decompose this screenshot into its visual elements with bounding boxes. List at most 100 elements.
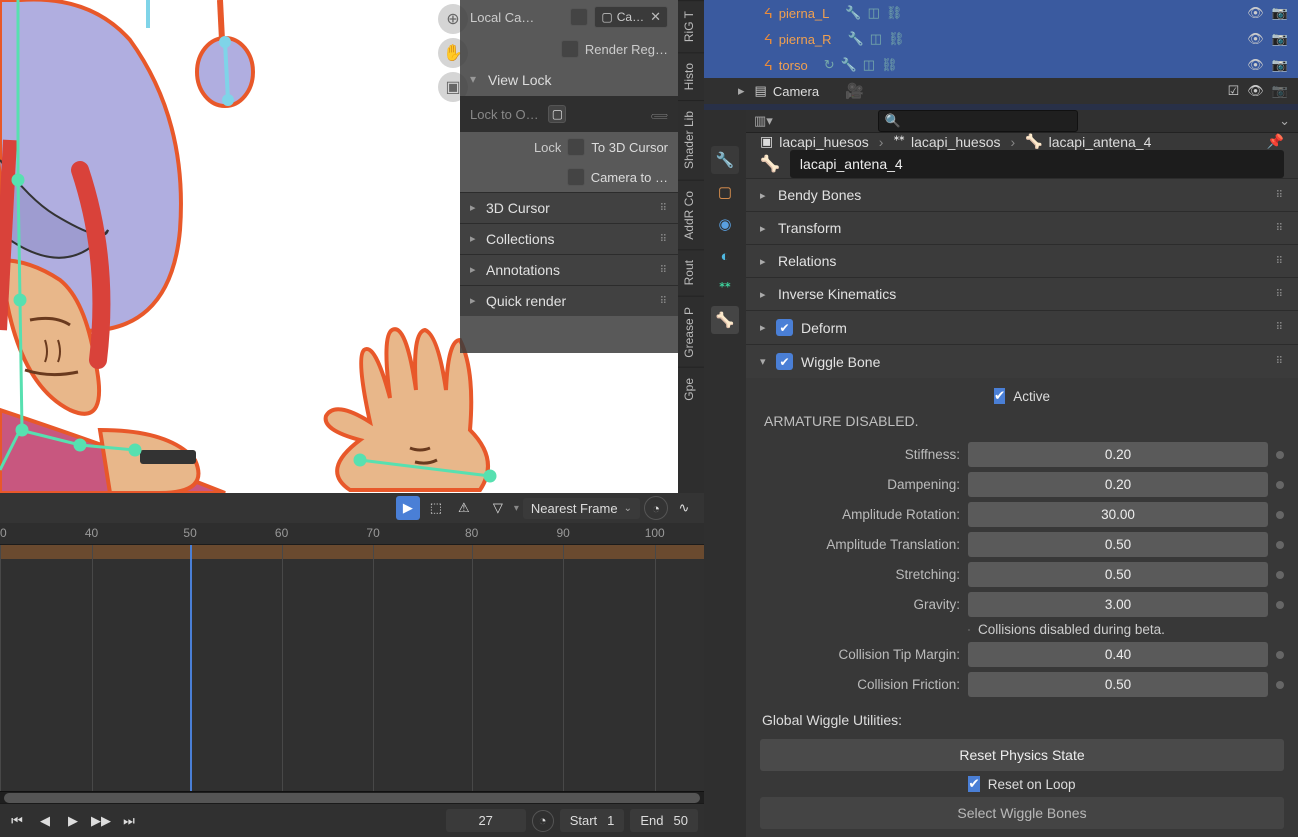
- panel-deform[interactable]: ▸✔Deform⠿: [746, 310, 1298, 344]
- local-camera-checkbox[interactable]: [570, 8, 588, 26]
- jump-start-icon[interactable]: ⏮: [6, 810, 28, 832]
- stretching-field[interactable]: 0.50: [968, 562, 1268, 587]
- drag-handle-icon[interactable]: ⠿: [1276, 256, 1284, 267]
- amp-trans-field[interactable]: 0.50: [968, 532, 1268, 557]
- drag-handle-icon[interactable]: ⠿: [1276, 322, 1284, 333]
- timeline-track[interactable]: [0, 545, 704, 791]
- anim-dot-icon[interactable]: [1276, 601, 1284, 609]
- playhead[interactable]: [190, 545, 192, 791]
- anim-dot-icon[interactable]: [1276, 651, 1284, 659]
- drag-handle-icon[interactable]: ⠿: [660, 296, 668, 307]
- drag-handle-icon[interactable]: ⠿: [660, 265, 668, 276]
- select-wiggle-bones-button[interactable]: Select Wiggle Bones: [760, 797, 1284, 829]
- end-frame-field[interactable]: End 50: [630, 809, 698, 832]
- tab-tool[interactable]: 🔧: [711, 146, 739, 174]
- render-icon[interactable]: 📷: [1272, 31, 1288, 47]
- tab-physics[interactable]: ◐: [711, 242, 739, 270]
- dampening-field[interactable]: 0.20: [968, 472, 1268, 497]
- curve-icon[interactable]: ∿: [672, 496, 696, 520]
- next-key-icon[interactable]: ▶▶: [90, 810, 112, 832]
- auto-key-icon[interactable]: ◔: [532, 810, 554, 832]
- breadcrumb-scene[interactable]: ▣lacapi_huesos: [760, 133, 869, 150]
- render-icon[interactable]: 📷: [1272, 57, 1288, 73]
- options-icon[interactable]: ⌄: [1279, 113, 1290, 129]
- eye-icon[interactable]: 👁: [1247, 57, 1264, 73]
- panel-collections[interactable]: Collections⠿: [460, 223, 678, 254]
- eye-icon[interactable]: 👁: [1247, 5, 1264, 21]
- anim-dot-icon[interactable]: [1276, 541, 1284, 549]
- breadcrumb-bone[interactable]: 🦴lacapi_antena_4: [1025, 133, 1151, 150]
- box-select-icon[interactable]: ⬚: [424, 496, 448, 520]
- wiggle-active-checkbox[interactable]: ✔: [994, 388, 1005, 404]
- render-icon[interactable]: 📷: [1272, 5, 1288, 21]
- outliner-item-pierna-l[interactable]: ᔦ pierna_L 🔧 ◫ ⛓ 👁 📷: [704, 0, 1298, 26]
- tab-object[interactable]: ▢: [711, 178, 739, 206]
- vtab-shader[interactable]: Shader Lib: [678, 100, 704, 179]
- drag-handle-icon[interactable]: ⠿: [660, 234, 668, 245]
- vtab-addr[interactable]: AddR Co: [678, 180, 704, 250]
- amp-rot-field[interactable]: 30.00: [968, 502, 1268, 527]
- snap-mode-dropdown[interactable]: Nearest Frame ⌄: [523, 498, 640, 519]
- render-icon[interactable]: 📷: [1272, 83, 1288, 99]
- outliner-item-camera[interactable]: ▸ ▤ Camera 🎥 ☑ 👁 📷: [704, 78, 1298, 104]
- display-mode-icon[interactable]: ▥▾: [754, 113, 773, 129]
- drag-handle-icon[interactable]: ⠿: [1276, 356, 1284, 367]
- camera-chip[interactable]: ▢ Ca… ✕: [594, 6, 668, 28]
- vtab-gpe[interactable]: Gpe: [678, 367, 704, 411]
- checkbox-icon[interactable]: ☑: [1228, 83, 1240, 99]
- vtab-grease[interactable]: Grease P: [678, 296, 704, 368]
- filter-icon[interactable]: ▽: [486, 496, 510, 520]
- tab-bone[interactable]: 🦴: [711, 306, 739, 334]
- close-icon[interactable]: ✕: [650, 9, 661, 25]
- eyedropper-icon[interactable]: 𓄲: [651, 102, 668, 126]
- panel-relations[interactable]: ▸Relations⠿: [746, 244, 1298, 277]
- breadcrumb-armature[interactable]: ᕯlacapi_huesos: [893, 133, 1000, 150]
- eye-icon[interactable]: 👁: [1247, 31, 1264, 47]
- anim-dot-icon[interactable]: [1276, 571, 1284, 579]
- outliner-item-pierna-r[interactable]: ᔦ pierna_R 🔧 ◫ ⛓ 👁 📷: [704, 26, 1298, 52]
- drag-handle-icon[interactable]: ⠿: [1276, 223, 1284, 234]
- deform-checkbox[interactable]: ✔: [776, 319, 793, 336]
- toggle-icon[interactable]: ◔: [644, 496, 668, 520]
- play-icon[interactable]: ▶: [62, 810, 84, 832]
- prev-key-icon[interactable]: ◀: [34, 810, 56, 832]
- view-lock-header[interactable]: View Lock: [460, 64, 678, 96]
- anim-dot-icon[interactable]: [1276, 481, 1284, 489]
- warning-icon[interactable]: ⚠: [452, 496, 476, 520]
- select-tool-icon[interactable]: ▶: [396, 496, 420, 520]
- lock-3dcursor-checkbox[interactable]: [567, 138, 585, 156]
- drag-handle-icon[interactable]: ⠿: [1276, 190, 1284, 201]
- anim-dot-icon[interactable]: [1276, 511, 1284, 519]
- eye-icon[interactable]: 👁: [1247, 83, 1264, 99]
- col-tip-field[interactable]: 0.40: [968, 642, 1268, 667]
- anim-dot-icon[interactable]: [1276, 681, 1284, 689]
- property-search-input[interactable]: 🔍: [878, 110, 1078, 132]
- outliner-item-torso[interactable]: ᔦ torso ↻ 🔧 ◫ ⛓ 👁 📷: [704, 52, 1298, 78]
- tab-armature[interactable]: ᕯ: [711, 274, 739, 302]
- pin-icon[interactable]: 📌: [1267, 133, 1284, 150]
- vtab-histo[interactable]: Histo: [678, 52, 704, 100]
- stiffness-field[interactable]: 0.20: [968, 442, 1268, 467]
- jump-end-icon[interactable]: ⏭: [118, 810, 140, 832]
- panel-transform[interactable]: ▸Transform⠿: [746, 211, 1298, 244]
- panel-bendy-bones[interactable]: ▸Bendy Bones⠿: [746, 178, 1298, 211]
- wiggle-enable-checkbox[interactable]: ✔: [776, 353, 793, 370]
- col-fric-field[interactable]: 0.50: [968, 672, 1268, 697]
- vtab-rig[interactable]: RiG T: [678, 0, 704, 52]
- object-picker[interactable]: ▢: [548, 105, 566, 123]
- anim-dot-icon[interactable]: [1276, 451, 1284, 459]
- camera-to-checkbox[interactable]: [567, 168, 585, 186]
- render-region-checkbox[interactable]: [561, 40, 579, 58]
- panel-3d-cursor[interactable]: 3D Cursor⠿: [460, 192, 678, 223]
- panel-wiggle-bone[interactable]: ▾✔Wiggle Bone⠿: [746, 344, 1298, 378]
- 3d-viewport[interactable]: ⊕ ✋ ▣ Local Ca… ▢ Ca… ✕ Render Reg… View…: [0, 0, 678, 493]
- timeline-ruler[interactable]: 30 40 50 60 70 80 90 100: [0, 523, 704, 545]
- reset-physics-button[interactable]: Reset Physics State: [760, 739, 1284, 771]
- drag-handle-icon[interactable]: ⠿: [1276, 289, 1284, 300]
- panel-quick-render[interactable]: Quick render⠿: [460, 285, 678, 316]
- collisions-checkbox[interactable]: [968, 629, 970, 631]
- panel-annotations[interactable]: Annotations⠿: [460, 254, 678, 285]
- start-frame-field[interactable]: Start 1: [560, 809, 625, 832]
- panel-ik[interactable]: ▸Inverse Kinematics⠿: [746, 277, 1298, 310]
- timeline-scrollbar[interactable]: [0, 791, 704, 803]
